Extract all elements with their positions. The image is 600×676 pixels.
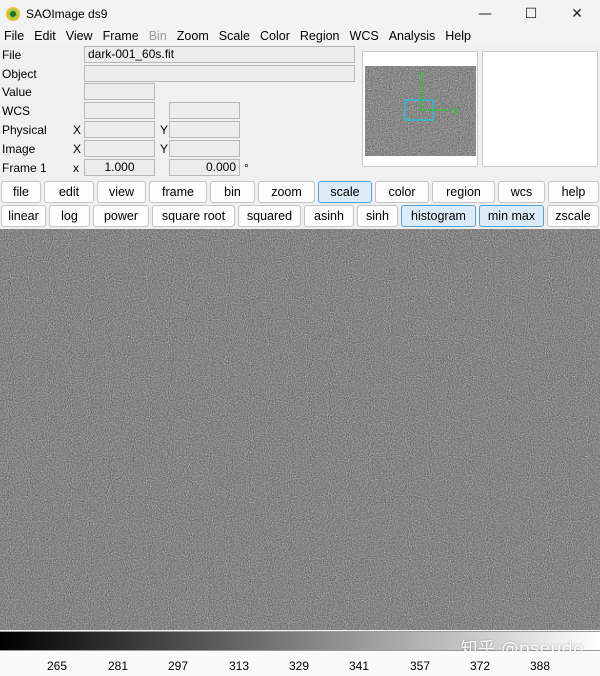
compass-x-label: X bbox=[452, 106, 458, 116]
btn-frame[interactable]: frame bbox=[149, 181, 207, 203]
btn-edit[interactable]: edit bbox=[44, 181, 94, 203]
image-noise bbox=[0, 229, 600, 630]
btn-power[interactable]: power bbox=[93, 205, 149, 227]
ds9-app-icon bbox=[6, 6, 20, 21]
maximize-icon[interactable]: ☐ bbox=[508, 0, 554, 27]
wcs-label: WCS bbox=[2, 104, 30, 118]
info-row-wcs: WCS bbox=[0, 102, 360, 120]
colorbar-tick: 357 bbox=[409, 659, 431, 673]
colorbar-tick: 313 bbox=[228, 659, 250, 673]
menu-frame[interactable]: Frame bbox=[98, 27, 144, 45]
panner-thumbnail[interactable]: Y X bbox=[365, 66, 476, 156]
btn-help[interactable]: help bbox=[548, 181, 599, 203]
btn-wcs[interactable]: wcs bbox=[498, 181, 545, 203]
image-noise-display[interactable] bbox=[0, 229, 600, 630]
colorbar-tick: 341 bbox=[348, 659, 370, 673]
image-x-field[interactable] bbox=[84, 140, 155, 157]
btn-linear[interactable]: linear bbox=[1, 205, 46, 227]
menu-edit[interactable]: Edit bbox=[29, 27, 61, 45]
menu-view[interactable]: View bbox=[61, 27, 98, 45]
btn-histogram[interactable]: histogram bbox=[401, 205, 476, 227]
colorbar-tick: 297 bbox=[167, 659, 189, 673]
menu-help[interactable]: Help bbox=[440, 27, 476, 45]
panner-panel[interactable]: Y X bbox=[362, 51, 478, 167]
menu-bar: File Edit View Frame Bin Zoom Scale Colo… bbox=[0, 27, 600, 45]
image-y-field[interactable] bbox=[169, 140, 240, 157]
colorbar-tick: 372 bbox=[469, 659, 491, 673]
btn-zoom[interactable]: zoom bbox=[258, 181, 315, 203]
btn-squared[interactable]: squared bbox=[238, 205, 301, 227]
menu-file[interactable]: File bbox=[0, 27, 29, 45]
menu-bin: Bin bbox=[148, 29, 167, 43]
frame-angle-field[interactable]: 0.000 bbox=[169, 159, 240, 176]
compass-y-label: Y bbox=[418, 70, 424, 80]
minimize-icon[interactable]: — bbox=[462, 0, 508, 27]
btn-color[interactable]: color bbox=[375, 181, 429, 203]
btn-sinh[interactable]: sinh bbox=[357, 205, 398, 227]
object-field[interactable] bbox=[84, 65, 355, 82]
menu-wcs[interactable]: WCS bbox=[345, 27, 384, 45]
main-button-bar: file edit view frame bin zoom scale colo… bbox=[0, 180, 600, 204]
value-label: Value bbox=[2, 85, 32, 99]
colorbar-tick: 281 bbox=[107, 659, 129, 673]
colorbar-tick: 329 bbox=[288, 659, 310, 673]
info-row-object: Object bbox=[0, 65, 360, 83]
btn-square-root[interactable]: square root bbox=[152, 205, 235, 227]
magnifier-panel bbox=[482, 51, 598, 167]
window-controls: — ☐ ✕ bbox=[462, 0, 600, 27]
physical-y-label: Y bbox=[160, 123, 169, 137]
frame-zoom-field[interactable]: 1.000 bbox=[84, 159, 155, 176]
image-label: Image bbox=[2, 142, 36, 156]
btn-scale[interactable]: scale bbox=[318, 181, 372, 203]
btn-file[interactable]: file bbox=[1, 181, 41, 203]
colorbar-tick: 388 bbox=[529, 659, 551, 673]
info-row-value: Value bbox=[0, 83, 360, 101]
btn-asinh[interactable]: asinh bbox=[304, 205, 354, 227]
window-title: SAOImage ds9 bbox=[26, 6, 108, 21]
physical-x-field[interactable] bbox=[84, 121, 155, 138]
wcs-field-1[interactable] bbox=[84, 102, 155, 119]
file-label: File bbox=[2, 48, 22, 62]
colorbar-tick: 265 bbox=[46, 659, 68, 673]
image-x-label: X bbox=[73, 142, 82, 156]
physical-x-label: X bbox=[73, 123, 82, 137]
menu-analysis[interactable]: Analysis bbox=[384, 27, 441, 45]
info-row-file: File dark-001_60s.fit bbox=[0, 46, 360, 64]
btn-min-max[interactable]: min max bbox=[479, 205, 544, 227]
btn-view[interactable]: view bbox=[97, 181, 146, 203]
object-label: Object bbox=[2, 67, 37, 81]
colorbar-ticks: 265 281 297 313 329 341 357 372 388 bbox=[0, 651, 600, 676]
frame-x-label: x bbox=[73, 161, 79, 175]
btn-zscale[interactable]: zscale bbox=[547, 205, 599, 227]
physical-label: Physical bbox=[2, 123, 47, 137]
btn-log[interactable]: log bbox=[49, 205, 90, 227]
frame-label: Frame 1 bbox=[2, 161, 47, 175]
info-row-image: Image X Y bbox=[0, 140, 360, 158]
scale-button-bar: linear log power square root squared asi… bbox=[0, 204, 600, 228]
menu-scale[interactable]: Scale bbox=[214, 27, 255, 45]
image-canvas[interactable] bbox=[0, 229, 600, 630]
wcs-field-2[interactable] bbox=[169, 102, 240, 119]
title-bar: SAOImage ds9 — ☐ ✕ bbox=[0, 0, 600, 27]
file-field[interactable]: dark-001_60s.fit bbox=[84, 46, 355, 63]
close-icon[interactable]: ✕ bbox=[554, 0, 600, 27]
info-row-frame: Frame 1 x 1.000 0.000 ° bbox=[0, 159, 360, 177]
value-field[interactable] bbox=[84, 83, 155, 100]
info-row-physical: Physical X Y bbox=[0, 121, 360, 139]
btn-region[interactable]: region bbox=[432, 181, 495, 203]
physical-y-field[interactable] bbox=[169, 121, 240, 138]
frame-angle-unit: ° bbox=[244, 161, 249, 175]
btn-bin[interactable]: bin bbox=[210, 181, 255, 203]
image-y-label: Y bbox=[160, 142, 169, 156]
menu-zoom[interactable]: Zoom bbox=[172, 27, 214, 45]
menu-color[interactable]: Color bbox=[255, 27, 295, 45]
menu-region[interactable]: Region bbox=[295, 27, 345, 45]
